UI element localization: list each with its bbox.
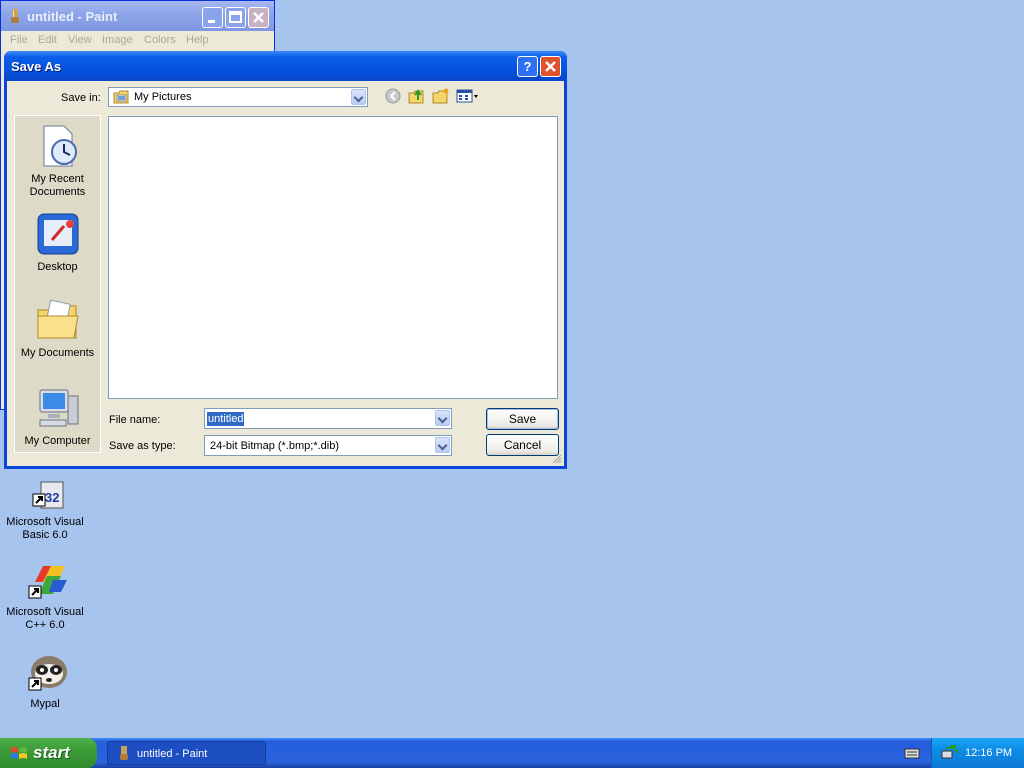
save-in-value: My Pictures bbox=[134, 91, 192, 103]
save-as-type-label: Save as type: bbox=[109, 440, 176, 452]
my-computer-icon bbox=[39, 389, 78, 427]
dialog-body: Save in: My Pictures My Recent Documents… bbox=[7, 81, 564, 466]
maximize-button[interactable] bbox=[225, 7, 246, 28]
chevron-down-icon[interactable] bbox=[435, 437, 450, 453]
save-as-type-value: 24-bit Bitmap (*.bmp;*.dib) bbox=[210, 440, 339, 452]
system-tray: 12:16 PM bbox=[931, 738, 1024, 768]
place-label: Desktop bbox=[37, 261, 78, 273]
chevron-down-icon[interactable] bbox=[435, 410, 450, 426]
file-name-value: untitled bbox=[207, 412, 245, 426]
menu-colors[interactable]: Colors bbox=[144, 34, 176, 46]
desktop-icon-visual-cpp[interactable]: Microsoft Visual C++ 6.0 bbox=[1, 562, 89, 632]
taskbar-item-paint[interactable]: untitled - Paint bbox=[107, 741, 266, 765]
start-button[interactable]: start bbox=[0, 738, 97, 768]
windows-logo-icon bbox=[10, 745, 28, 768]
minimize-icon bbox=[208, 20, 215, 23]
place-label: My Recent Documents bbox=[29, 173, 86, 198]
recent-documents-icon bbox=[43, 125, 77, 167]
views-menu-icon[interactable] bbox=[456, 88, 480, 107]
minimize-button[interactable] bbox=[202, 7, 223, 28]
help-button[interactable]: ? bbox=[517, 56, 538, 77]
paint-menubar: File Edit View Image Colors Help bbox=[1, 31, 274, 50]
desktop-icon-label: Mypal bbox=[30, 698, 60, 710]
dialog-close-button[interactable] bbox=[540, 56, 561, 77]
up-folder-icon[interactable] bbox=[408, 88, 426, 107]
save-button[interactable]: Save bbox=[486, 408, 559, 430]
paint-app-icon bbox=[117, 745, 131, 764]
save-as-type-select[interactable]: 24-bit Bitmap (*.bmp;*.dib) bbox=[204, 435, 452, 456]
svg-text:32: 32 bbox=[45, 490, 59, 505]
mypal-icon bbox=[28, 656, 67, 691]
save-as-dialog[interactable]: Save As ? Save in: My Pictures My Recent… bbox=[4, 51, 567, 469]
keyboard-icon[interactable] bbox=[904, 747, 920, 762]
taskbar: start untitled - Paint 12:16 PM bbox=[0, 738, 1024, 768]
place-label: My Computer bbox=[24, 435, 91, 447]
back-icon[interactable] bbox=[385, 88, 401, 107]
file-name-label: File name: bbox=[109, 414, 161, 426]
network-icon[interactable] bbox=[941, 745, 959, 764]
my-documents-icon bbox=[37, 299, 79, 339]
file-list-view[interactable] bbox=[108, 116, 558, 399]
visual-cpp-icon bbox=[28, 566, 67, 599]
paint-app-icon bbox=[7, 8, 23, 27]
close-icon bbox=[545, 61, 556, 72]
place-label: My Documents bbox=[20, 347, 95, 359]
start-label: start bbox=[33, 743, 70, 762]
my-pictures-folder-icon bbox=[113, 90, 129, 107]
dialog-titlebar[interactable]: Save As ? bbox=[4, 51, 567, 81]
visual-basic-icon: 32 bbox=[32, 481, 64, 509]
place-my-computer[interactable]: My Computer bbox=[15, 384, 100, 448]
menu-view[interactable]: View bbox=[68, 34, 92, 46]
place-desktop[interactable]: Desktop bbox=[15, 210, 100, 274]
menu-help[interactable]: Help bbox=[186, 34, 209, 46]
new-folder-icon[interactable] bbox=[432, 88, 450, 107]
help-icon: ? bbox=[523, 59, 532, 74]
file-name-field[interactable]: untitled bbox=[204, 408, 452, 429]
close-button[interactable] bbox=[248, 7, 269, 28]
menu-file[interactable]: File bbox=[10, 34, 28, 46]
dialog-title: Save As bbox=[11, 59, 62, 74]
paint-window-title: untitled - Paint bbox=[27, 9, 118, 24]
clock[interactable]: 12:16 PM bbox=[965, 747, 1012, 759]
paint-titlebar[interactable]: untitled - Paint bbox=[1, 1, 274, 31]
taskbar-item-label: untitled - Paint bbox=[137, 748, 208, 760]
place-my-recent-documents[interactable]: My Recent Documents bbox=[15, 122, 100, 199]
place-my-documents[interactable]: My Documents bbox=[15, 296, 100, 360]
desktop-icon-label: Microsoft Visual Basic 6.0 bbox=[6, 516, 84, 541]
desktop-icon-mypal[interactable]: Mypal bbox=[1, 650, 89, 711]
resize-grip-icon[interactable] bbox=[552, 453, 562, 467]
menu-edit[interactable]: Edit bbox=[38, 34, 57, 46]
chevron-down-icon[interactable] bbox=[351, 89, 366, 105]
close-icon bbox=[253, 12, 264, 23]
desktop-icon-visual-basic[interactable]: 32 Microsoft Visual Basic 6.0 bbox=[1, 480, 89, 542]
cancel-button[interactable]: Cancel bbox=[486, 434, 559, 456]
places-bar: My Recent Documents Desktop My Documents bbox=[14, 115, 101, 453]
desktop-icon bbox=[37, 213, 78, 255]
save-in-combobox[interactable]: My Pictures bbox=[108, 87, 368, 107]
desktop-icon-label: Microsoft Visual C++ 6.0 bbox=[6, 606, 84, 631]
maximize-icon bbox=[229, 11, 242, 23]
save-in-label: Save in: bbox=[61, 92, 101, 104]
menu-image[interactable]: Image bbox=[102, 34, 133, 46]
